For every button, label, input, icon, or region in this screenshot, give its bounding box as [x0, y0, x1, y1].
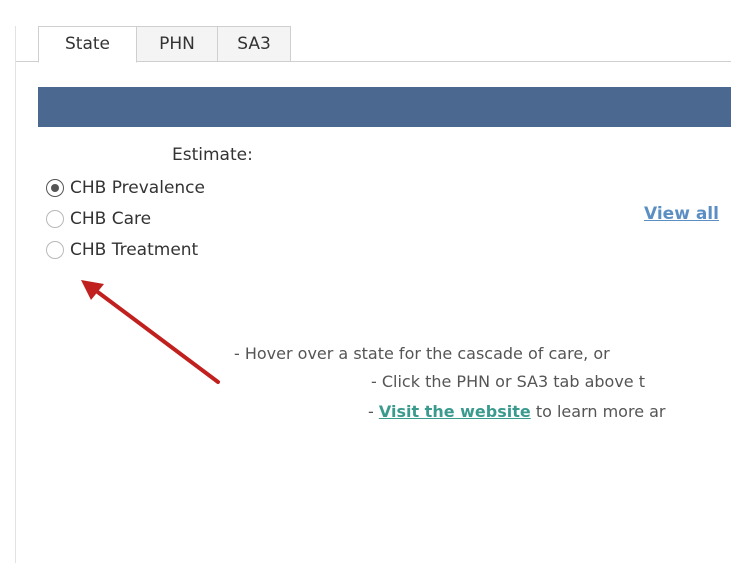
dashboard-frame: State PHN SA3 Estimate: CHB Prevalence C…: [0, 0, 731, 563]
annotation-arrow-icon: [81, 280, 220, 384]
